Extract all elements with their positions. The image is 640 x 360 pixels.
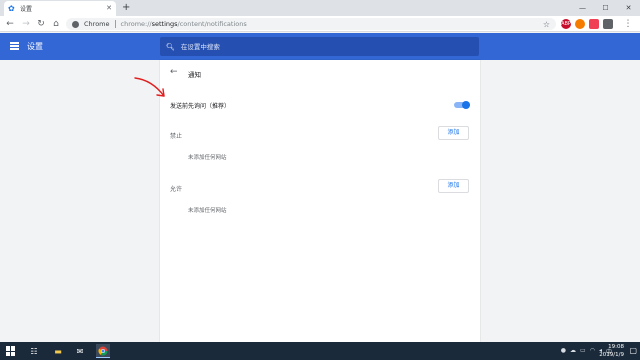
search-icon: 🔍︎: [166, 42, 175, 51]
onedrive-icon[interactable]: ☁: [570, 347, 576, 356]
mail-icon[interactable]: ✉: [73, 344, 87, 358]
reload-icon[interactable]: ↻: [35, 18, 47, 30]
block-section-label: 禁止: [170, 133, 183, 140]
back-icon[interactable]: ←: [4, 18, 16, 30]
clock-date: 2019/1/9: [599, 352, 624, 358]
page-title: 通知: [188, 71, 201, 79]
forward-icon[interactable]: →: [20, 18, 32, 30]
clock[interactable]: 19:08 2019/1/9: [599, 343, 624, 359]
url-text: chrome://settings/content/notifications: [120, 20, 247, 28]
notifications-card: ← 通知 发送前先询问（推荐） 禁止 添加 未添加任何网站 允许 添加 未添加任…: [160, 60, 480, 342]
close-window-icon[interactable]: ✕: [617, 0, 640, 16]
ask-before-sending-toggle[interactable]: [454, 100, 470, 109]
settings-search[interactable]: 🔍︎: [160, 37, 479, 56]
annotation-arrow: [134, 77, 165, 97]
new-tab-button[interactable]: +: [122, 2, 130, 14]
action-center-icon[interactable]: ▢: [629, 346, 637, 355]
network-icon[interactable]: ◠: [590, 347, 595, 356]
ask-before-sending-label: 发送前先询问（推荐）: [170, 103, 231, 110]
ask-before-sending-row[interactable]: 发送前先询问（推荐）: [170, 100, 470, 112]
orange-extension-icon[interactable]: [575, 19, 585, 29]
settings-header: 设置 🔍︎: [0, 33, 640, 60]
allow-section-label: 允许: [170, 186, 183, 193]
search-input[interactable]: [180, 42, 461, 51]
close-tab-icon[interactable]: ✕: [106, 5, 112, 12]
tab-strip: ✿ 设置 ✕ + — ☐ ✕: [0, 0, 640, 16]
pocket-extension-icon[interactable]: [589, 19, 599, 29]
maximize-icon[interactable]: ☐: [594, 0, 617, 16]
bookmark-star-icon[interactable]: ☆: [543, 20, 550, 29]
chrome-taskbar-icon[interactable]: [96, 344, 110, 358]
hamburger-menu-icon[interactable]: [10, 42, 19, 50]
allow-add-button[interactable]: 添加: [438, 179, 469, 193]
battery-icon[interactable]: ▭: [580, 347, 586, 356]
shield-extension-icon[interactable]: [603, 19, 613, 29]
chrome-menu-icon[interactable]: ⋮: [622, 18, 634, 30]
home-icon[interactable]: ⌂: [50, 18, 62, 30]
clock-time: 19:08: [608, 344, 624, 350]
tab-title: 设置: [20, 6, 33, 13]
back-arrow-icon[interactable]: ←: [170, 67, 178, 77]
window-controls: — ☐ ✕: [571, 0, 640, 16]
allow-empty-text: 未添加任何网站: [188, 208, 227, 214]
omnibox-divider: [114, 20, 116, 28]
block-add-button[interactable]: 添加: [438, 126, 469, 140]
windows-start-icon[interactable]: [6, 346, 16, 356]
browser-toolbar: ← → ↻ ⌂ Chrome chrome://settings/content…: [0, 16, 640, 32]
address-bar[interactable]: Chrome chrome://settings/content/notific…: [66, 18, 556, 30]
block-empty-text: 未添加任何网站: [188, 155, 227, 161]
task-view-icon[interactable]: ☷: [27, 344, 41, 358]
user-icon[interactable]: ●: [561, 347, 566, 356]
site-info-icon[interactable]: [72, 20, 79, 28]
tab-settings[interactable]: ✿ 设置 ✕: [4, 1, 116, 16]
site-label: Chrome: [84, 20, 110, 28]
adblock-extension-icon[interactable]: ABP: [561, 19, 571, 29]
settings-gear-icon: ✿: [8, 3, 15, 13]
file-explorer-icon[interactable]: ▬: [51, 344, 65, 358]
settings-title: 设置: [27, 42, 43, 51]
minimize-icon[interactable]: —: [571, 0, 594, 16]
taskbar: ☷ ▬ ✉ ● ☁ ▭ ◠ ◂ 中 19:08 2019/1/9 ▢: [0, 342, 640, 360]
